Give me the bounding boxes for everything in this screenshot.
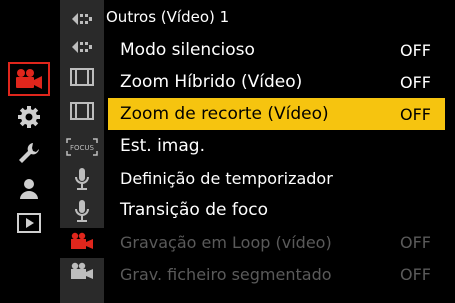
main-tab-custom[interactable] [8,136,50,170]
video-camera-icon [14,68,44,90]
sub-tab-audio-1[interactable] [60,166,104,196]
menu-item-label: Grav. ficheiro segmentado [120,264,332,284]
menu-item-label: Definição de temporizador [120,168,333,188]
menu-item-timer-setting[interactable]: Definição de temporizador [108,162,445,194]
menu-item-value: OFF [400,232,431,252]
sub-tab-film-2[interactable] [60,98,104,128]
sub-tab-others-2[interactable] [60,258,104,288]
menu-item-focus-transition[interactable]: Transição de foco [108,194,445,226]
menu-item-value: OFF [400,72,431,92]
red-video-camera-icon [69,232,95,254]
film-frame-icon [70,68,94,90]
sub-tab-image-quality-2[interactable] [60,34,104,64]
sub-tab-image-quality-1[interactable] [60,6,104,36]
main-tab-video[interactable] [8,62,50,96]
svg-text:FOCUS: FOCUS [70,144,95,152]
gear-icon [17,105,41,129]
menu-item-value: OFF [400,40,431,60]
image-quality-icon [70,11,94,31]
menu-item-label: Gravação em Loop (vídeo) [120,232,332,252]
sub-tab-film-1[interactable] [60,64,104,94]
microphone-icon [74,199,90,227]
menu-page-title: Outros (Vídeo) 1 [106,8,230,26]
menu-item-label: Zoom de recorte (Vídeo) [120,104,329,124]
microphone-icon [74,167,90,195]
playback-icon [17,213,41,233]
sub-tab-column: FOCUS [60,0,104,303]
menu-item-hybrid-zoom[interactable]: Zoom Híbrido (Vídeo) OFF [108,66,445,98]
menu-item-value: OFF [400,104,431,124]
menu-item-segmented-file: Grav. ficheiro segmentado OFF [108,258,445,290]
menu-item-silent-mode[interactable]: Modo silencioso OFF [108,34,445,66]
main-tab-setup[interactable] [8,100,50,134]
wrench-icon [17,141,41,165]
image-quality-icon [70,39,94,59]
menu-item-image-stabilizer[interactable]: Est. imag. [108,130,445,162]
menu-item-label: Modo silencioso [120,40,255,60]
main-tab-playback[interactable] [8,206,50,240]
camera-menu-screen: FOCUS Outros (Vídeo) 1 Modo silencioso O… [0,0,455,303]
menu-item-label: Zoom Híbrido (Vídeo) [120,72,303,92]
film-frame-icon [70,102,94,124]
main-tab-column [0,0,56,303]
menu-item-value: OFF [400,264,431,284]
menu-list: Modo silencioso OFF Zoom Híbrido (Vídeo)… [108,34,445,290]
main-tab-my-menu[interactable] [8,172,50,206]
sub-tab-others-1[interactable] [60,228,104,258]
menu-item-label: Transição de foco [120,200,269,220]
focus-icon: FOCUS [66,138,98,160]
menu-item-crop-zoom[interactable]: Zoom de recorte (Vídeo) OFF [108,98,445,130]
person-icon [18,178,40,200]
video-camera-icon [69,262,95,284]
sub-tab-focus[interactable]: FOCUS [60,134,104,164]
menu-item-label: Est. imag. [120,136,205,156]
sub-tab-audio-2[interactable] [60,198,104,228]
menu-item-loop-recording: Gravação em Loop (vídeo) OFF [108,226,445,258]
